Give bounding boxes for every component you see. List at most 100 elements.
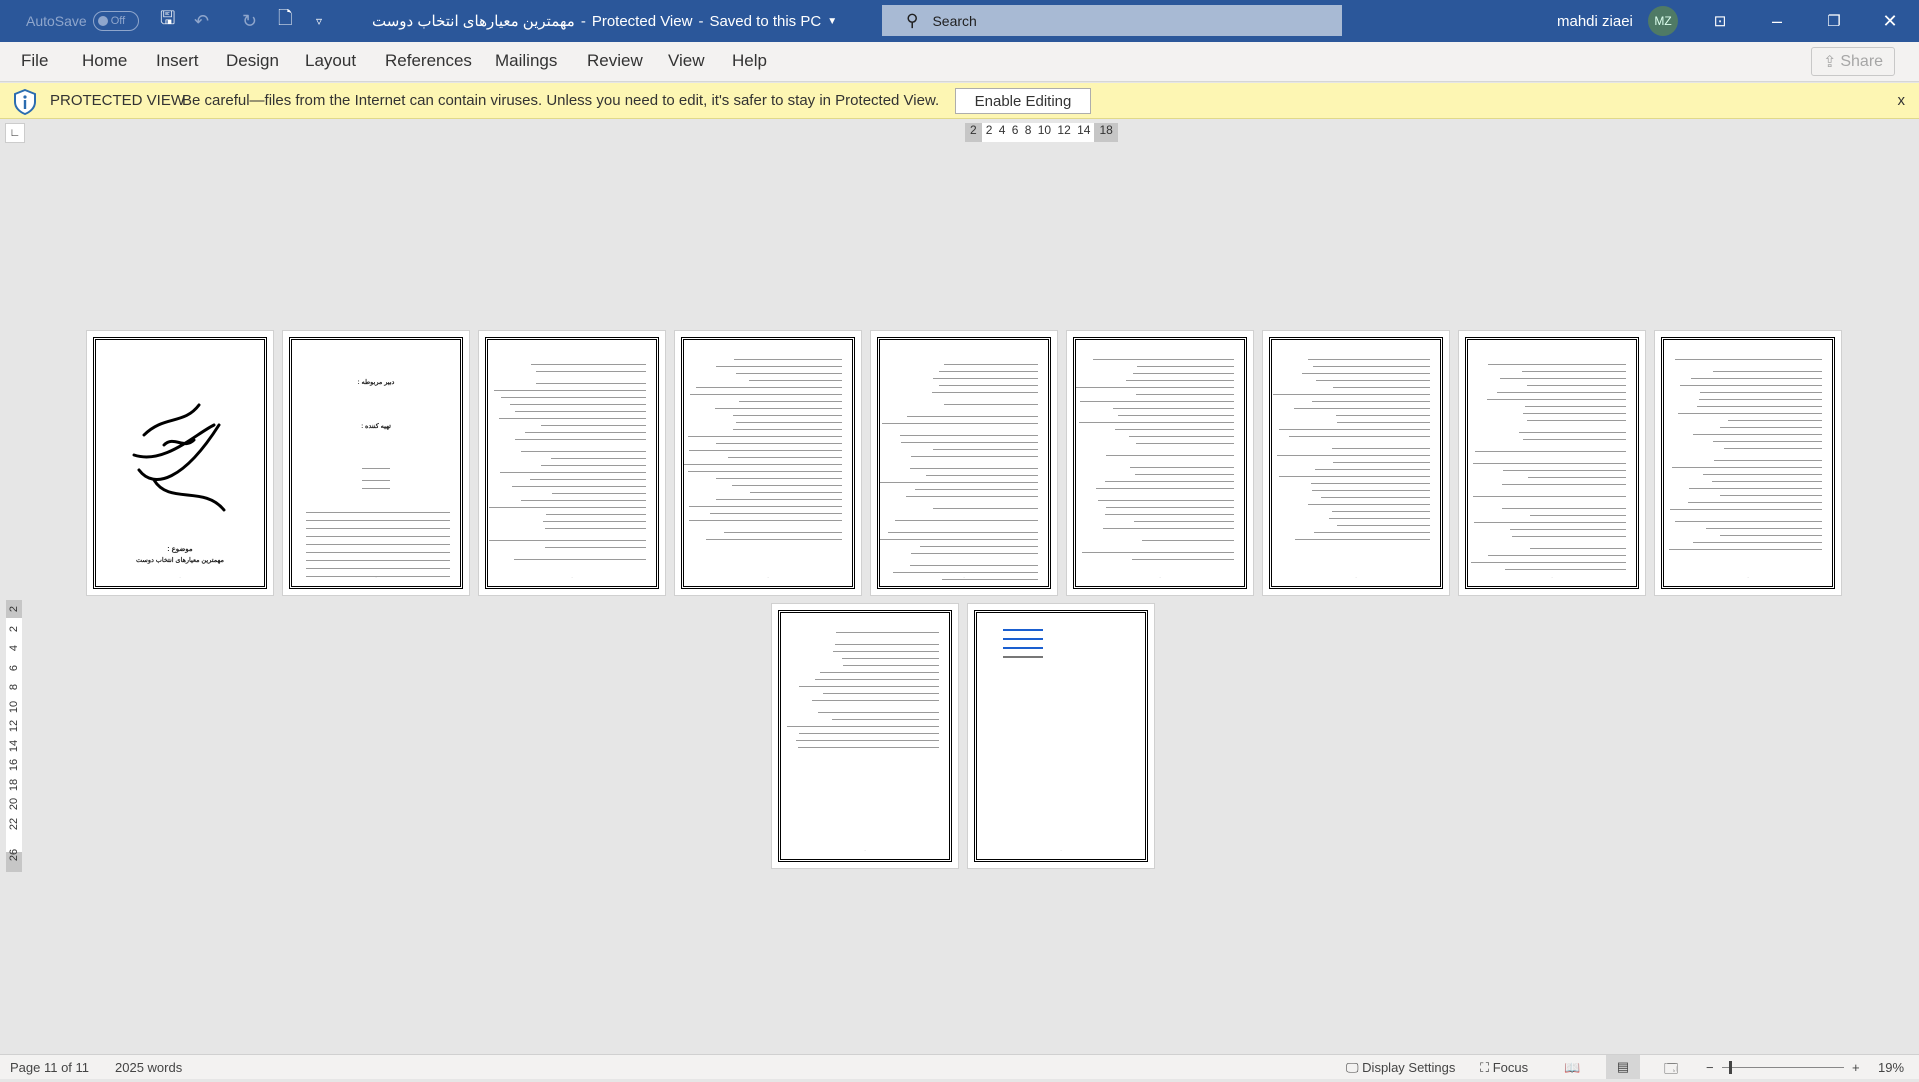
page-border: · [778,610,952,862]
share-button[interactable]: ⇪ Share [1811,47,1895,76]
tab-layout[interactable]: Layout [305,51,356,71]
tab-mailings[interactable]: Mailings [495,51,557,71]
tab-help[interactable]: Help [732,51,767,71]
search-box[interactable]: ⚲ Search [882,5,1342,36]
tab-selector[interactable]: ∟ [5,123,25,143]
zoom-slider-thumb[interactable] [1729,1061,1732,1074]
zoom-in-button[interactable]: + [1852,1060,1860,1075]
tab-references[interactable]: References [385,51,472,71]
author-label: تهیه کننده : [361,423,391,430]
page-thumbnail[interactable]: · [674,330,862,596]
close-bar-button[interactable]: x [1898,92,1906,109]
page-border: · [1269,337,1443,589]
ribbon-tabs: File Home Insert Design Layout Reference… [0,42,1919,82]
page-border: دبیر مربوطه : تهیه کننده : · [289,337,463,589]
page-thumbnail[interactable]: · [1066,330,1254,596]
page-border: · [1073,337,1247,589]
bismillah-calligraphy [132,403,226,512]
vruler-mark: 20 [8,797,20,811]
tab-view[interactable]: View [668,51,705,71]
page-thumbnail[interactable]: · [1654,330,1842,596]
separator: - [698,12,704,30]
tab-file[interactable]: File [21,51,48,71]
tab-review[interactable]: Review [587,51,643,71]
horizontal-ruler[interactable]: 2 2 4 6 8 10 12 14 18 [965,123,1118,142]
page-border: · [1661,337,1835,589]
vruler-mark: 22 [8,817,20,830]
page-number: · [963,575,965,580]
page-thumbnail[interactable]: · [478,330,666,596]
print-layout-icon[interactable]: ▤ [1606,1055,1640,1079]
vruler-mark: 12 [8,719,20,733]
vruler-mark: 26 [8,848,20,862]
protected-view-bar: PROTECTED VIEW Be careful—files from the… [0,83,1919,119]
page-thumbnail[interactable]: · [1262,330,1450,596]
zoom-out-button[interactable]: − [1706,1060,1714,1075]
page-count[interactable]: Page 11 of 11 [10,1060,89,1075]
tab-home[interactable]: Home [82,51,127,71]
page-number: · [1060,848,1062,853]
focus-label: Focus [1492,1060,1529,1075]
page-thumbnail[interactable]: دبیر مربوطه : تهیه کننده : · [282,330,470,596]
enable-editing-button[interactable]: Enable Editing [955,88,1091,114]
vruler-mark: 10 [8,700,20,713]
vruler-mark: 6 [8,664,20,671]
toggle-switch[interactable]: Off [92,11,139,31]
new-document-icon[interactable]: 🗋 [278,0,292,42]
page-border: · [1465,337,1639,589]
page-number: · [1747,575,1749,580]
vruler-mark: 14 [8,739,20,752]
search-icon: ⚲ [906,10,919,30]
redo-icon[interactable]: ↻ [242,0,257,42]
user-name[interactable]: mahdi ziaei [1557,0,1633,42]
page-border: · [877,337,1051,589]
vruler-mark: 8 [8,683,20,691]
autosave-toggle[interactable]: AutoSave Off [26,0,139,42]
tab-insert[interactable]: Insert [156,51,199,71]
save-state: Saved to this PC [709,12,822,30]
minimize-icon[interactable]: – [1757,0,1797,42]
search-placeholder: Search [932,12,977,29]
page-border: · [974,610,1148,862]
page-thumbnail[interactable]: · [967,603,1155,869]
display-settings-label: Display Settings [1362,1060,1456,1075]
customize-quick-access-icon[interactable]: ▿ [316,0,322,42]
undo-icon[interactable]: ↶ [194,0,209,42]
view-mode: Protected View [591,12,693,30]
ribbon-display-icon[interactable]: ⊡ [1700,0,1740,42]
save-icon[interactable]: 🖫 [160,0,175,42]
vruler-mark: 18 [8,778,20,791]
page-number: · [179,575,181,580]
protected-view-label: PROTECTED VIEW [50,92,186,109]
page-thumbnail[interactable]: · [771,603,959,869]
display-settings-button[interactable]: 🖵 Display Settings [1346,1060,1455,1076]
link-item[interactable] [1003,647,1043,649]
page-border: · [485,337,659,589]
focus-button[interactable]: ⛶ Focus [1480,1060,1528,1076]
protected-view-message: Be careful—files from the Internet can c… [182,92,940,109]
read-mode-icon[interactable]: 📖 [1564,1060,1580,1076]
ruler-marks: 2 4 6 8 10 12 14 [981,123,1095,142]
autosave-label: AutoSave [26,13,87,29]
word-count[interactable]: 2025 words [115,1060,182,1075]
page-thumbnail[interactable]: · [1458,330,1646,596]
restore-icon[interactable]: ❐ [1814,0,1854,42]
subject-label: موضوع : [167,546,193,553]
separator: - [580,12,586,30]
link-item[interactable] [1003,638,1043,640]
zoom-slider[interactable] [1722,1061,1844,1074]
link-item[interactable] [1003,629,1043,631]
vertical-ruler[interactable]: 2 2 4 6 8 10 12 14 16 18 20 22 26 [6,600,22,872]
close-icon[interactable]: ✕ [1870,0,1910,42]
page-number: · [375,575,377,580]
tab-design[interactable]: Design [226,51,279,71]
document-title[interactable]: مهمترین معیارهای انتخاب دوست - Protected V… [372,0,837,42]
link-item[interactable] [1003,656,1043,658]
page-border: · [681,337,855,589]
focus-icon: ⛶ [1480,1060,1490,1075]
page-thumbnail[interactable]: موضوع : مهمترین معیارهای انتخاب دوست · [86,330,274,596]
status-bar: Page 11 of 11 2025 words 🖵 Display Setti… [0,1054,1919,1079]
zoom-level[interactable]: 19% [1878,1060,1904,1075]
page-thumbnail[interactable]: · [870,330,1058,596]
avatar[interactable]: MZ [1648,6,1678,36]
